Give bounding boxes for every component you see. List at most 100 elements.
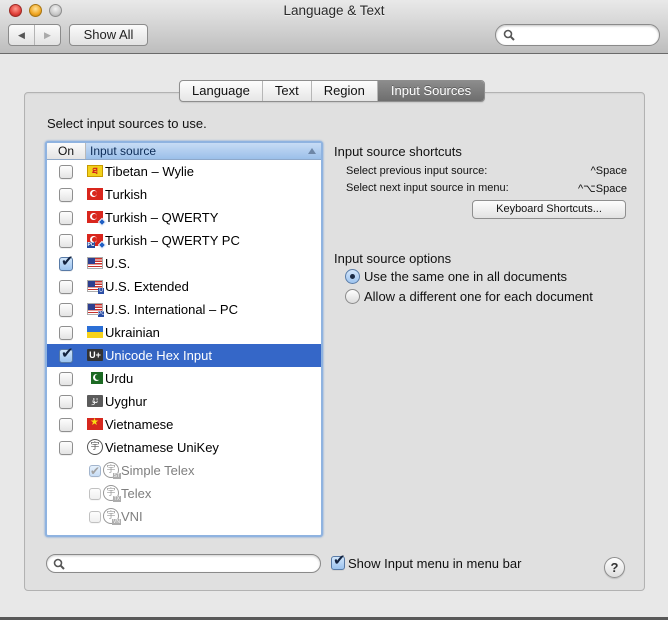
list-item[interactable]: Vietnamese [47, 413, 321, 436]
badge-label: VN [112, 519, 121, 525]
search-icon [503, 29, 515, 41]
list-rows: ཐ Tibetan – Wylie Turkish Turkish – QWER… [47, 160, 321, 528]
ukraine-flag-icon [87, 326, 103, 338]
list-item[interactable]: 宇 Vietnamese UniKey [47, 436, 321, 459]
sort-ascending-icon [308, 148, 316, 154]
enable-checkbox-disabled [89, 511, 101, 523]
input-source-label: Telex [121, 486, 152, 501]
enable-checkbox[interactable] [59, 188, 73, 202]
unikey-icon: 宇 [87, 439, 103, 455]
input-source-label: U.S. Extended [105, 279, 189, 294]
window-title: Language & Text [283, 3, 385, 18]
column-header-on[interactable]: On [47, 143, 86, 159]
input-source-label: Turkish [105, 187, 148, 202]
tab-region[interactable]: Region [312, 81, 378, 101]
uyghur-icon: ئۇ [87, 395, 103, 407]
input-source-label: Ukrainian [105, 325, 160, 340]
input-source-search-field[interactable] [46, 554, 321, 573]
show-all-button[interactable]: Show All [69, 24, 148, 46]
shortcut-next-keys: ^⌥Space [577, 183, 627, 195]
input-source-label: Urdu [105, 371, 134, 386]
shortcut-previous-label: Select previous input source: [346, 165, 488, 177]
list-item[interactable]: Urdu [47, 367, 321, 390]
help-button[interactable]: ? [604, 557, 625, 578]
badge-label: TX [112, 496, 121, 502]
keyboard-shortcuts-button[interactable]: Keyboard Shortcuts... [472, 200, 626, 219]
forward-arrow-icon: ▶ [44, 29, 51, 40]
list-item-selected[interactable]: ✔ U+ Unicode Hex Input [47, 344, 321, 367]
tab-text[interactable]: Text [263, 81, 312, 101]
unikey-simple-telex-icon: 宇 ST [103, 462, 121, 479]
checkmark-icon: ✔ [333, 552, 346, 569]
shortcuts-heading: Input source shortcuts [334, 144, 462, 159]
list-item[interactable]: PC U.S. International – PC [47, 298, 321, 321]
radio-label: Allow a different one for each document [364, 289, 593, 304]
shortcut-next-label: Select next input source in menu: [346, 182, 509, 194]
turkish-flag-icon [87, 188, 103, 200]
title-bar: Language & Text ◀ ▶ Show All [0, 0, 668, 54]
vietnam-flag-icon [87, 415, 103, 431]
input-source-label: Uyghur [105, 394, 147, 409]
turkish-qwerty-flag-icon [87, 211, 107, 227]
back-button[interactable]: ◀ [9, 25, 35, 45]
enable-checkbox[interactable] [59, 280, 73, 294]
input-source-label: VNI [121, 509, 143, 524]
enable-checkbox[interactable] [59, 395, 73, 409]
radio-button[interactable] [345, 289, 360, 304]
radio-button-selected[interactable] [345, 269, 360, 284]
list-item[interactable]: PC Turkish – QWERTY PC [47, 229, 321, 252]
turkish-qwerty-pc-flag-icon: PC [87, 234, 107, 250]
enable-checkbox[interactable] [59, 372, 73, 386]
column-header-input-source-label: Input source [90, 144, 157, 158]
list-subitem: 宇 TX Telex [47, 482, 321, 505]
pakistan-flag-icon [87, 372, 103, 384]
tab-language[interactable]: Language [180, 81, 263, 101]
input-source-label: Vietnamese UniKey [105, 440, 219, 455]
tab-bar: Language Text Region Input Sources [179, 80, 486, 102]
checkmark-icon: ✔ [61, 253, 74, 270]
list-item[interactable]: ئۇ Uyghur [47, 390, 321, 413]
enable-checkbox[interactable]: ✔ [59, 345, 74, 363]
list-item[interactable]: ✔ U.S. [47, 252, 321, 275]
input-source-label: Tibetan – Wylie [105, 164, 194, 179]
column-header-input-source[interactable]: Input source [86, 143, 321, 159]
list-item[interactable]: Turkish – QWERTY [47, 206, 321, 229]
input-source-label: Vietnamese [105, 417, 174, 432]
show-input-menu-checkbox[interactable]: ✔ [331, 552, 346, 570]
enable-checkbox[interactable]: ✔ [59, 253, 74, 271]
unikey-vni-icon: 宇 VN [103, 508, 121, 525]
badge-label: ST [112, 473, 121, 479]
list-header: On Input source [47, 143, 321, 160]
enable-checkbox[interactable] [59, 418, 73, 432]
preferences-search-input[interactable] [518, 27, 649, 43]
back-forward-control: ◀ ▶ [8, 24, 61, 46]
instruction-label: Select input sources to use. [47, 116, 207, 131]
options-heading: Input source options [334, 251, 452, 266]
enable-checkbox[interactable] [59, 165, 73, 179]
list-item[interactable]: ཐ Tibetan – Wylie [47, 160, 321, 183]
checkmark-icon: ✔ [61, 345, 74, 362]
enable-checkbox[interactable] [59, 234, 73, 248]
input-source-search-input[interactable] [69, 556, 310, 572]
checkmark-icon: ✔ [90, 464, 101, 478]
list-item[interactable]: U U.S. Extended [47, 275, 321, 298]
input-sources-list[interactable]: On Input source ཐ Tibetan – Wylie Turkis… [45, 141, 323, 537]
tibetan-icon: ཐ [87, 165, 103, 177]
shortcut-previous-keys: ^Space [590, 165, 627, 177]
enable-checkbox[interactable] [59, 303, 73, 317]
input-source-label: Unicode Hex Input [105, 348, 212, 363]
input-source-label: Simple Telex [121, 463, 195, 478]
enable-checkbox[interactable] [59, 441, 73, 455]
input-source-label: Turkish – QWERTY [105, 210, 219, 225]
radio-label: Use the same one in all documents [364, 269, 568, 284]
list-item[interactable]: Ukrainian [47, 321, 321, 344]
pc-badge-icon: PC [98, 311, 105, 317]
forward-button[interactable]: ▶ [35, 25, 60, 45]
list-item[interactable]: Turkish [47, 183, 321, 206]
enable-checkbox[interactable] [59, 326, 73, 340]
enable-checkbox[interactable] [59, 211, 73, 225]
tab-input-sources[interactable]: Input Sources [377, 81, 485, 101]
preferences-search-field[interactable] [495, 24, 660, 46]
pc-badge-icon: PC [87, 242, 95, 248]
enable-checkbox-disabled: ✔ [89, 464, 101, 478]
